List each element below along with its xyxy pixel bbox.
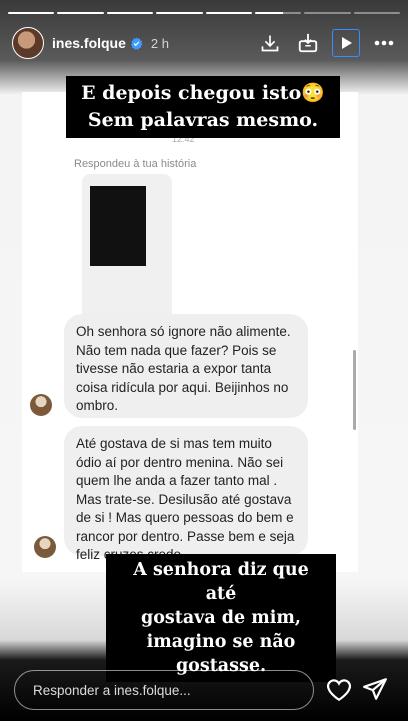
replied-to-story-label: Respondeu à tua história xyxy=(74,158,197,170)
download-button[interactable] xyxy=(256,29,284,57)
like-heart-icon[interactable] xyxy=(326,678,352,702)
post-time: 2 h xyxy=(150,35,169,51)
play-icon xyxy=(342,37,352,49)
header-actions xyxy=(256,29,398,57)
reply-input[interactable]: Responder a ines.folque... xyxy=(14,670,314,710)
progress-segment xyxy=(205,12,252,14)
progress-segment xyxy=(254,12,302,14)
reply-placeholder: Responder a ines.folque... xyxy=(33,682,191,698)
username[interactable]: ines.folque xyxy=(52,35,126,51)
more-icon xyxy=(374,40,394,46)
more-options-button[interactable] xyxy=(370,29,398,57)
sender-avatar xyxy=(30,394,52,416)
progress-segment xyxy=(57,12,104,14)
send-icon[interactable] xyxy=(362,676,388,702)
scrollbar xyxy=(353,350,356,430)
caption-top: E depois chegou isto😳 Sem palavras mesmo… xyxy=(66,76,340,138)
story-header: ines.folque 2 h xyxy=(12,26,398,60)
caption-bottom: A senhora diz que até gostava de mim, im… xyxy=(106,554,336,682)
progress-segment xyxy=(353,12,400,14)
progress-segment xyxy=(156,12,203,14)
progress-segment xyxy=(8,12,55,14)
thumbnail-text-block xyxy=(90,186,146,266)
save-story-icon xyxy=(298,33,318,53)
sender-avatar xyxy=(34,536,56,558)
progress-segment xyxy=(304,12,351,14)
profile-avatar[interactable] xyxy=(12,27,44,59)
message-bubble: Até gostava de si mas tem muito ódio aí … xyxy=(64,426,308,562)
story-progress-bar xyxy=(8,12,400,14)
play-button[interactable] xyxy=(332,29,360,57)
progress-segment xyxy=(106,12,154,14)
verified-badge-icon xyxy=(130,37,143,50)
message-bubble: Oh senhora só ignore não alimente. Não t… xyxy=(64,314,308,418)
conversation-screenshot: 12:42 Respondeu à tua história Oh senhor… xyxy=(22,92,358,572)
download-icon xyxy=(261,35,279,52)
save-story-button[interactable] xyxy=(294,29,322,57)
